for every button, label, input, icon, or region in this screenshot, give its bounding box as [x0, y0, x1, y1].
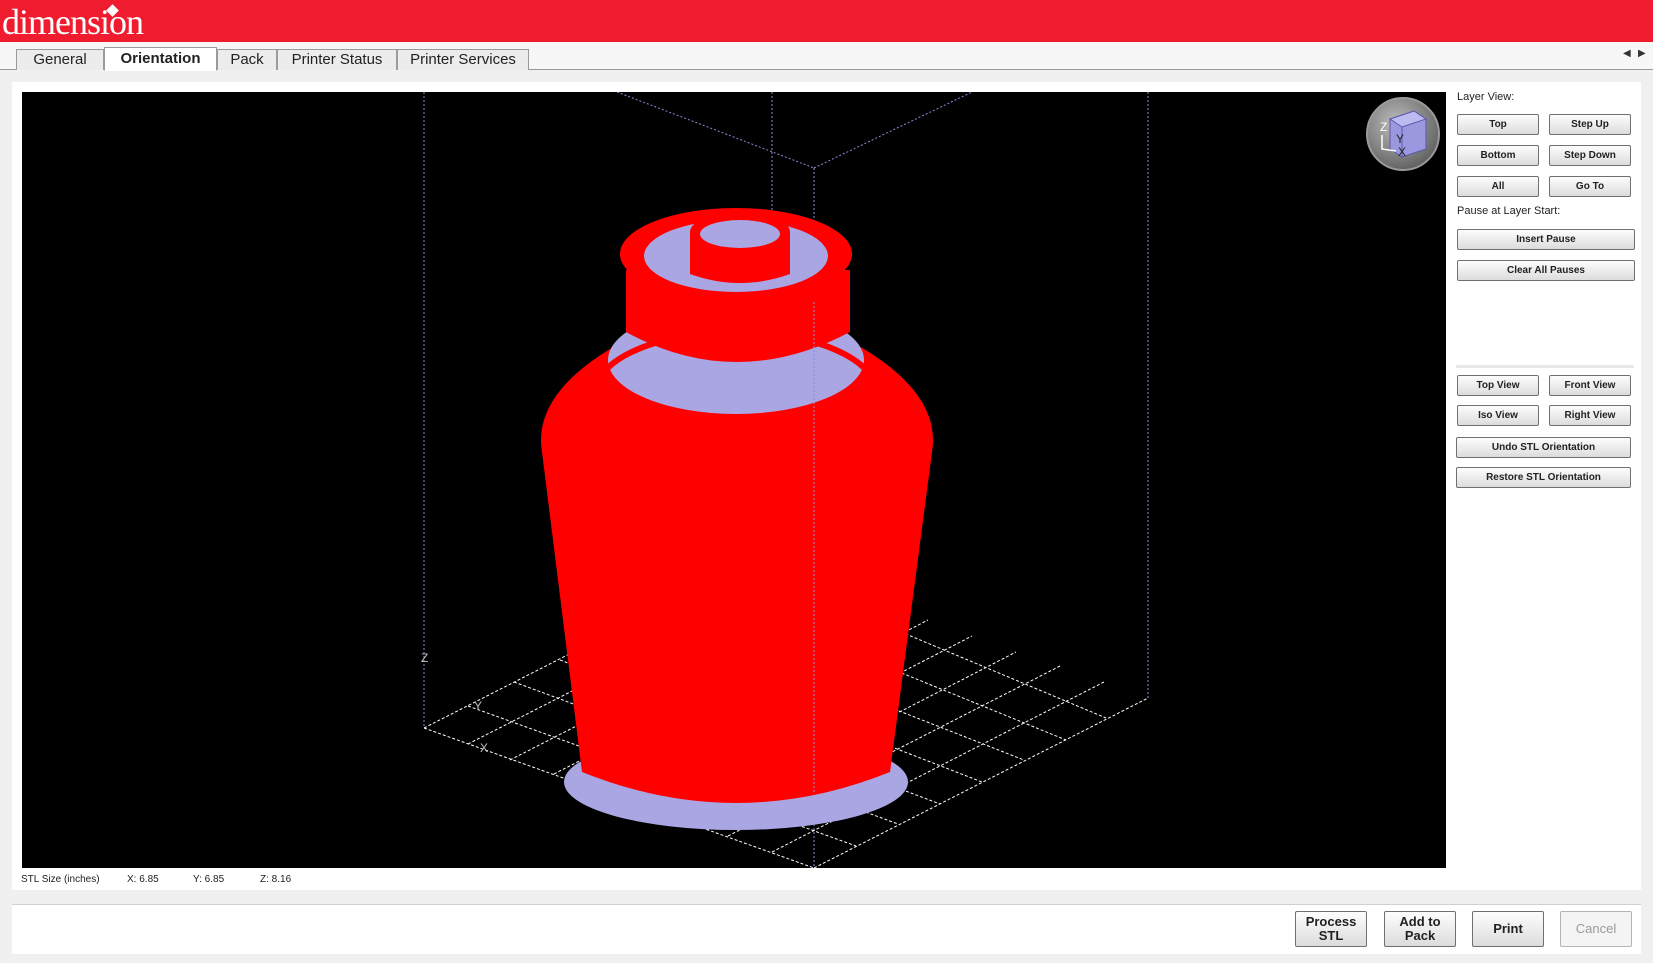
iso-view-button[interactable]: Iso View [1457, 405, 1539, 426]
layer-top-button[interactable]: Top [1457, 114, 1539, 135]
layer-all-button[interactable]: All [1457, 176, 1539, 197]
cancel-button[interactable]: Cancel [1560, 911, 1632, 947]
right-view-button[interactable]: Right View [1549, 405, 1631, 426]
insert-pause-button[interactable]: Insert Pause [1457, 229, 1635, 250]
layer-step-down-button[interactable]: Step Down [1549, 145, 1631, 166]
svg-text:X: X [1398, 145, 1406, 159]
dimension-logo: dimension [2, 2, 144, 42]
tab-bar: General Orientation Pack Printer Status … [0, 42, 1653, 71]
stl-size-label: STL Size (inches) [21, 874, 100, 885]
stl-size-x: X: 6.85 [127, 874, 159, 885]
navigation-cube[interactable]: Z Y X [1366, 97, 1440, 171]
tab-orientation[interactable]: Orientation [104, 47, 217, 71]
clear-all-pauses-button[interactable]: Clear All Pauses [1457, 260, 1635, 281]
tab-pack[interactable]: Pack [217, 49, 277, 70]
restore-stl-orientation-button[interactable]: Restore STL Orientation [1456, 467, 1631, 488]
pause-label: Pause at Layer Start: [1457, 205, 1561, 217]
add-to-pack-button[interactable]: Add to Pack [1384, 911, 1456, 947]
print-button[interactable]: Print [1472, 911, 1544, 947]
axis-label-y: Y [474, 699, 482, 713]
top-view-button[interactable]: Top View [1457, 375, 1539, 396]
front-view-button[interactable]: Front View [1549, 375, 1631, 396]
undo-stl-orientation-button[interactable]: Undo STL Orientation [1456, 437, 1631, 458]
stl-size-z: Z: 8.16 [260, 874, 292, 885]
stl-size-y: Y: 6.85 [193, 874, 225, 885]
tab-scroll-left-icon[interactable]: ◀ [1623, 48, 1631, 59]
axis-label-x: X [480, 741, 488, 755]
tab-general[interactable]: General [16, 49, 104, 70]
layer-go-to-button[interactable]: Go To [1549, 176, 1631, 197]
layer-bottom-button[interactable]: Bottom [1457, 145, 1539, 166]
layer-step-up-button[interactable]: Step Up [1549, 114, 1631, 135]
process-stl-button[interactable]: Process STL [1295, 911, 1367, 947]
panel-divider [1456, 365, 1634, 368]
nav-cube-icon: Z Y X [1380, 110, 1428, 159]
axis-label-z: Z [421, 651, 428, 665]
model-knob-face [700, 220, 780, 248]
viewport-scene: Z Y X [421, 92, 1149, 868]
tab-printer-status[interactable]: Printer Status [277, 49, 397, 70]
layer-view-label: Layer View: [1457, 91, 1515, 103]
model-viewport[interactable]: Z Y X [22, 92, 1446, 868]
svg-text:Z: Z [1380, 120, 1387, 134]
tab-scroll-right-icon[interactable]: ▶ [1638, 48, 1646, 59]
svg-text:Y: Y [1396, 132, 1404, 146]
tab-printer-services[interactable]: Printer Services [397, 49, 529, 70]
app-header: dimension [0, 0, 1653, 42]
